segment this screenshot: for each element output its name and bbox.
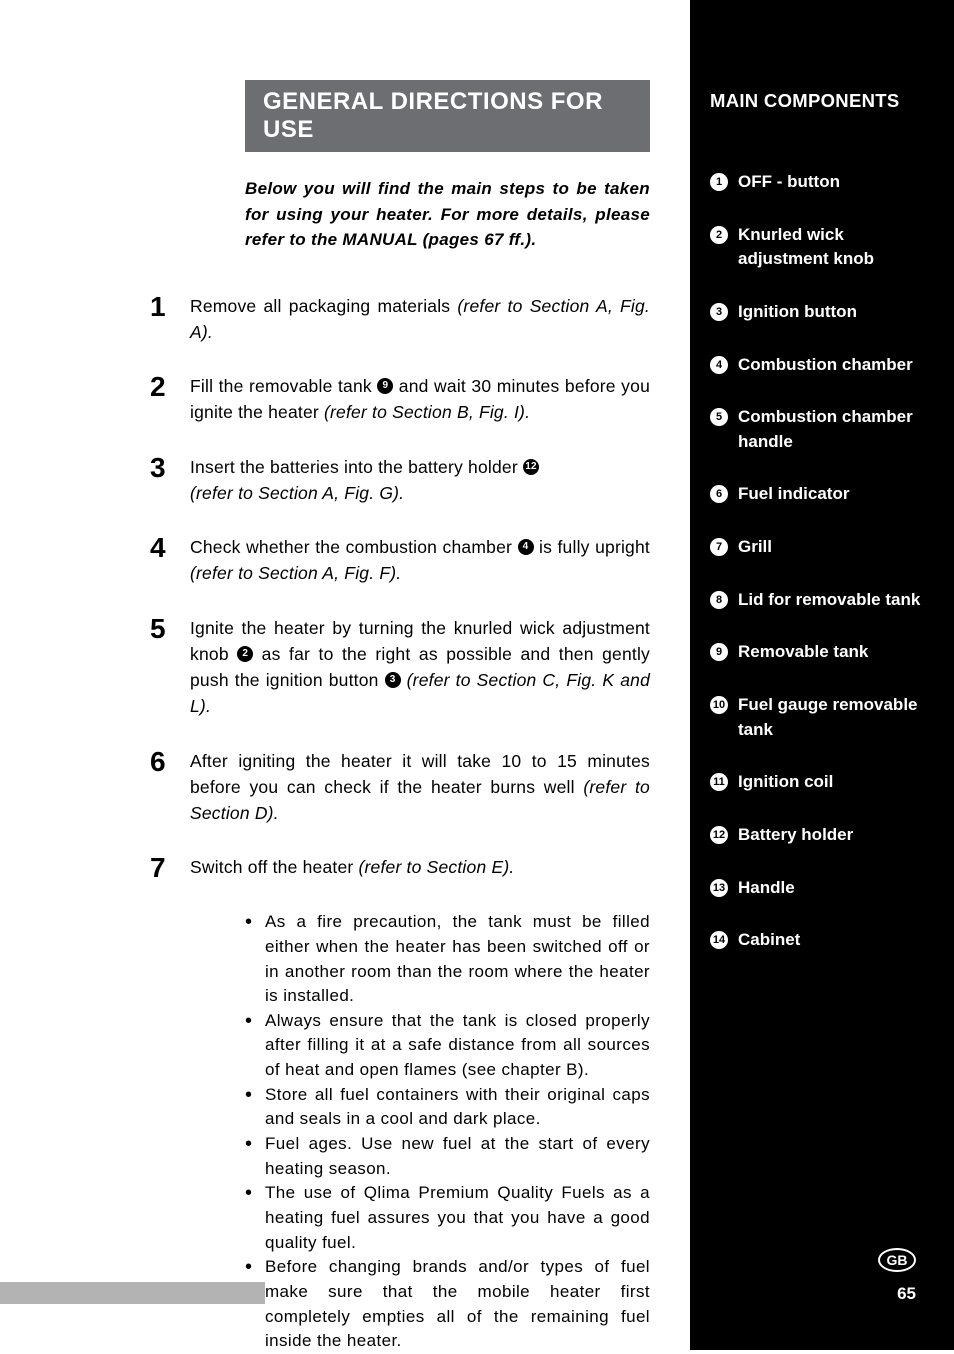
component-item: 10 Fuel gauge removable tank — [710, 693, 924, 742]
component-number-icon: 10 — [710, 696, 728, 714]
step-3: 3 Insert the batteries into the battery … — [150, 454, 650, 507]
language-badge: GB — [878, 1248, 916, 1272]
circled-ref-icon: 9 — [377, 378, 393, 394]
precaution-item: • As a fire precaution, the tank must be… — [245, 910, 650, 1009]
component-number-icon: 5 — [710, 408, 728, 426]
circled-ref-icon: 12 — [523, 459, 539, 475]
step-text: Check whether the combustion chamber 4 i… — [190, 534, 650, 587]
component-item: 12 Battery holder — [710, 823, 924, 848]
steps-list: 1 Remove all packaging materials (refer … — [150, 293, 650, 883]
component-item: 11 Ignition coil — [710, 770, 924, 795]
precaution-item: • Before changing brands and/or types of… — [245, 1255, 650, 1354]
component-number-icon: 7 — [710, 538, 728, 556]
precaution-item: • Fuel ages. Use new fuel at the start o… — [245, 1132, 650, 1181]
component-number-icon: 4 — [710, 356, 728, 374]
precautions-block: • As a fire precaution, the tank must be… — [245, 910, 650, 1354]
step-number: 1 — [150, 293, 190, 321]
component-item: 9 Removable tank — [710, 640, 924, 665]
step-4: 4 Check whether the combustion chamber 4… — [150, 534, 650, 587]
precaution-item: • Always ensure that the tank is closed … — [245, 1009, 650, 1083]
component-item: 8 Lid for removable tank — [710, 588, 924, 613]
step-number: 3 — [150, 454, 190, 482]
step-text: Ignite the heater by turning the knurled… — [190, 615, 650, 720]
components-list: 1 OFF - button 2 Knurled wick adjustment… — [710, 170, 924, 953]
component-number-icon: 12 — [710, 826, 728, 844]
bullet-icon: • — [245, 1255, 265, 1354]
circled-ref-icon: 4 — [518, 539, 534, 555]
bullet-icon: • — [245, 1132, 265, 1181]
component-item: 1 OFF - button — [710, 170, 924, 195]
component-number-icon: 13 — [710, 879, 728, 897]
component-number-icon: 14 — [710, 931, 728, 949]
step-2: 2 Fill the removable tank 9 and wait 30 … — [150, 373, 650, 426]
component-item: 5 Combustion chamber handle — [710, 405, 924, 454]
step-number: 5 — [150, 615, 190, 643]
step-5: 5 Ignite the heater by turning the knurl… — [150, 615, 650, 720]
step-1: 1 Remove all packaging materials (refer … — [150, 293, 650, 346]
step-text: Switch off the heater (refer to Section … — [190, 854, 650, 880]
circled-ref-icon: 3 — [385, 672, 401, 688]
bullet-icon: • — [245, 1083, 265, 1132]
component-number-icon: 11 — [710, 773, 728, 791]
component-item: 3 Ignition button — [710, 300, 924, 325]
step-number: 6 — [150, 748, 190, 776]
component-number-icon: 6 — [710, 485, 728, 503]
bullet-icon: • — [245, 1009, 265, 1083]
step-6: 6 After igniting the heater it will take… — [150, 748, 650, 827]
component-number-icon: 9 — [710, 643, 728, 661]
step-text: After igniting the heater it will take 1… — [190, 748, 650, 827]
step-number: 2 — [150, 373, 190, 401]
bullet-icon: • — [245, 1181, 265, 1255]
precaution-item: • The use of Qlima Premium Quality Fuels… — [245, 1181, 650, 1255]
circled-ref-icon: 2 — [237, 646, 253, 662]
component-item: 4 Combustion chamber — [710, 353, 924, 378]
step-number: 4 — [150, 534, 190, 562]
bullet-icon: • — [245, 910, 265, 1009]
component-item: 13 Handle — [710, 876, 924, 901]
step-text: Insert the batteries into the battery ho… — [190, 454, 650, 507]
step-text: Remove all packaging materials (refer to… — [190, 293, 650, 346]
section-title: GENERAL DIRECTIONS FOR USE — [245, 80, 650, 152]
component-number-icon: 2 — [710, 226, 728, 244]
component-number-icon: 8 — [710, 591, 728, 609]
component-number-icon: 1 — [710, 173, 728, 191]
step-number: 7 — [150, 854, 190, 882]
step-7: 7 Switch off the heater (refer to Sectio… — [150, 854, 650, 882]
component-item: 6 Fuel indicator — [710, 482, 924, 507]
component-number-icon: 3 — [710, 303, 728, 321]
page-number: 65 — [897, 1284, 916, 1304]
component-item: 14 Cabinet — [710, 928, 924, 953]
step-text: Fill the removable tank 9 and wait 30 mi… — [190, 373, 650, 426]
component-item: 2 Knurled wick adjustment knob — [710, 223, 924, 272]
precaution-item: • Store all fuel containers with their o… — [245, 1083, 650, 1132]
footer-bar — [0, 1282, 265, 1304]
sidebar-title: MAIN COMPONENTS — [710, 90, 924, 112]
component-item: 7 Grill — [710, 535, 924, 560]
intro-paragraph: Below you will find the main steps to be… — [245, 176, 650, 253]
